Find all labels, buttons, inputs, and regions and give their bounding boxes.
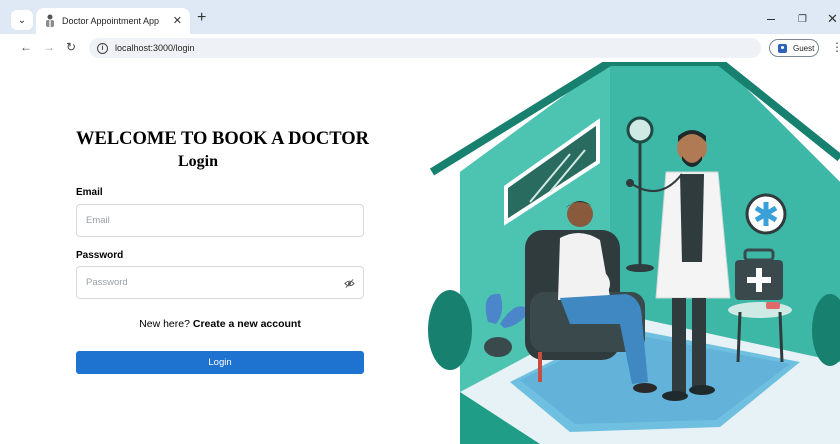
page-heading: WELCOME TO BOOK A DOCTOR xyxy=(76,129,369,149)
email-field[interactable] xyxy=(76,204,364,237)
profile-button[interactable]: Guest xyxy=(769,39,819,57)
doctor-patient-illustration xyxy=(428,62,840,444)
restore-window-icon[interactable]: ❐ xyxy=(798,14,807,25)
tab-search-chevron-icon[interactable]: ⌄ xyxy=(11,10,33,30)
new-tab-plus-icon[interactable]: + xyxy=(197,10,206,26)
signup-prompt-text: New here? xyxy=(139,318,190,330)
password-field[interactable] xyxy=(76,266,364,299)
browser-tab[interactable]: Doctor Appointment App ✕ xyxy=(36,8,190,34)
password-label: Password xyxy=(76,250,124,261)
guest-profile-icon xyxy=(778,43,787,53)
eye-slash-icon[interactable] xyxy=(344,278,355,289)
more-menu-icon[interactable]: ⋮ xyxy=(831,40,840,54)
login-button[interactable]: Login xyxy=(76,351,364,374)
tab-title: Doctor Appointment App xyxy=(62,16,160,26)
create-account-link[interactable]: Create a new account xyxy=(193,318,301,330)
forward-arrow-icon[interactable]: → xyxy=(43,40,55,54)
address-bar[interactable]: i localhost:3000/login xyxy=(89,38,761,58)
site-info-icon[interactable]: i xyxy=(97,42,108,54)
browser-tab-strip: ⌄ Doctor Appointment App ✕ + ❐ ✕ xyxy=(0,0,840,34)
browser-toolbar: ← → ↻ i localhost:3000/login Guest ⋮ xyxy=(0,34,840,62)
close-window-icon[interactable]: ✕ xyxy=(827,11,838,27)
minimize-icon[interactable] xyxy=(767,19,775,20)
url-text: localhost:3000/login xyxy=(115,43,195,53)
email-label: Email xyxy=(76,187,103,198)
tab-close-icon[interactable]: ✕ xyxy=(173,14,182,27)
back-arrow-icon[interactable]: ← xyxy=(20,40,32,54)
doctor-favicon-icon xyxy=(46,14,54,27)
profile-label: Guest xyxy=(793,43,815,53)
signup-prompt: New here? Create a new account xyxy=(76,318,364,330)
login-title: Login xyxy=(178,153,219,170)
reload-icon[interactable]: ↻ xyxy=(66,40,76,54)
